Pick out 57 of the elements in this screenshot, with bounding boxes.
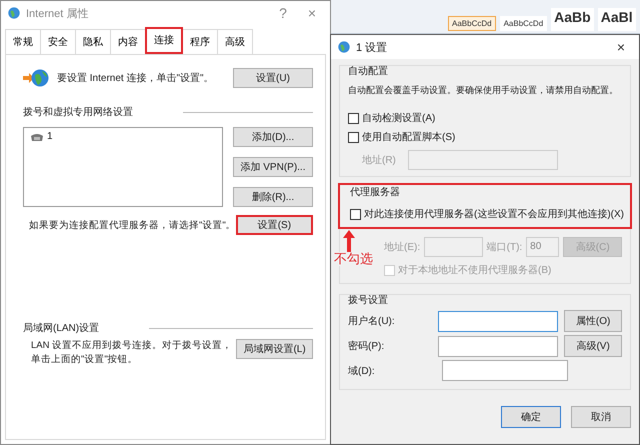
group-heading: 拨号设置 [348,294,389,307]
globe-icon [7,6,21,20]
field-label: 用户名(U): [348,314,396,328]
checkbox[interactable] [350,208,361,220]
proxy-address-field[interactable] [424,237,483,257]
checkbox[interactable] [348,112,359,124]
auto-config-text: 自动配置会覆盖手动设置。要确保使用手动设置，请禁用自动配置。 [348,84,619,97]
settings-button[interactable]: 设置(S) [236,215,313,235]
globe-icon [337,40,351,54]
address-field[interactable] [408,150,558,170]
address-label: 地址(E): [384,240,420,254]
tab[interactable]: 常规 [5,29,41,54]
setup-button[interactable]: 设置(U) [233,68,313,88]
dialup-button[interactable]: 添加 VPN(P)... [233,157,313,177]
globe-arrow-icon [23,67,49,89]
help-button[interactable]: ? [271,5,295,21]
connection-list[interactable]: 1 [23,127,223,207]
style-preview[interactable]: AaBb [551,8,594,31]
group-heading: 自动配置 [348,64,389,78]
dialog-title: 1 设置 [356,40,388,54]
close-button[interactable]: × [300,5,324,21]
checkbox[interactable] [348,132,359,142]
style-preview[interactable]: AaBbCcDd [448,16,496,31]
dialog-button[interactable]: 确定 [501,406,561,428]
checkbox-label: 自动检测设置(A) [362,112,436,125]
input-field[interactable] [438,336,558,356]
group-heading: 代理服务器 [350,186,401,199]
close-button[interactable]: × [609,39,633,55]
style-preview[interactable]: AaBbCcDd [500,16,548,31]
checkbox-label: 对于本地地址不使用代理服务器(B) [398,264,552,277]
proxy-hint-text: 如果要为连接配置代理服务器，请选择"设置"。 [29,218,236,232]
checkbox-label: 对此连接使用代理服务器(这些设置不会应用到其他连接)(X) [364,208,624,221]
input-field[interactable] [438,310,558,332]
dialup-button[interactable]: 添加(D)... [233,127,313,147]
dialup-button[interactable]: 删除(R)... [233,187,313,207]
field-label: 域(D): [348,364,376,378]
phone-icon [30,132,44,142]
window-title: Internet 属性 [26,6,88,20]
dialup-settings-button[interactable]: 高级(V) [564,335,622,357]
lan-settings-button[interactable]: 局域网设置(L) [236,339,313,359]
checkbox-label: 使用自动配置脚本(S) [362,130,456,144]
lan-text: LAN 设置不应用到拨号连接。对于拨号设置，单击上面的"设置"按钮。 [31,339,234,368]
tab[interactable]: 连接 [145,27,183,54]
style-preview[interactable]: AaBl [598,8,636,31]
connection-item[interactable]: 1 [28,131,55,142]
tab[interactable]: 高级 [217,29,253,54]
field-label: 密码(P): [348,340,386,353]
annotation-text: 不勾选 [334,252,373,266]
dialog-button[interactable]: 取消 [571,406,631,428]
section-heading: 局域网(LAN)设置 [23,322,100,335]
address-label: 地址(R) [362,154,396,167]
port-label: 端口(T): [486,240,522,254]
section-heading: 拨号和虚拟专用网络设置 [23,106,133,119]
dialup-settings-button[interactable]: 属性(O) [564,310,622,332]
setup-text: 要设置 Internet 连接，单击"设置"。 [57,72,214,85]
input-field[interactable] [442,360,568,381]
connection-name: 1 [47,131,53,142]
